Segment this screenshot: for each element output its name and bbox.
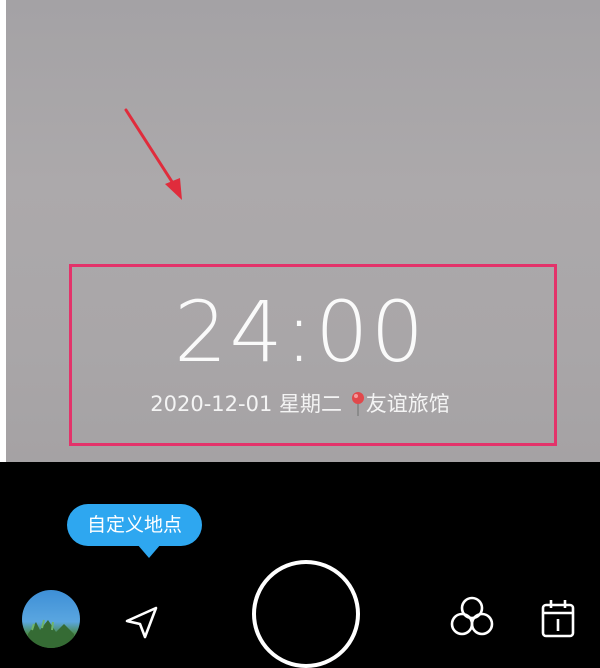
annotation-arrow bbox=[124, 108, 182, 200]
landscape-thumbnail-icon bbox=[28, 619, 74, 648]
calendar-icon[interactable] bbox=[540, 598, 576, 638]
gallery-thumbnail-button[interactable] bbox=[22, 590, 80, 648]
map-pin-icon bbox=[351, 392, 364, 416]
watermark-weekday: 星期二 bbox=[279, 392, 343, 416]
watermark-date: 2020-12-01 bbox=[150, 392, 273, 416]
navigation-arrow-icon[interactable] bbox=[123, 604, 159, 640]
custom-location-tooltip[interactable]: 自定义地点 bbox=[67, 504, 203, 546]
tooltip-pointer bbox=[137, 544, 161, 558]
watermark-date-location[interactable]: 2020-12-01 星期二 友谊旅馆 bbox=[0, 388, 600, 419]
filter-circles-icon[interactable] bbox=[446, 596, 498, 636]
watermark-location: 友谊旅馆 bbox=[365, 392, 450, 416]
shutter-button[interactable] bbox=[252, 560, 360, 668]
watermark-time[interactable]: 24:00 bbox=[0, 284, 600, 380]
